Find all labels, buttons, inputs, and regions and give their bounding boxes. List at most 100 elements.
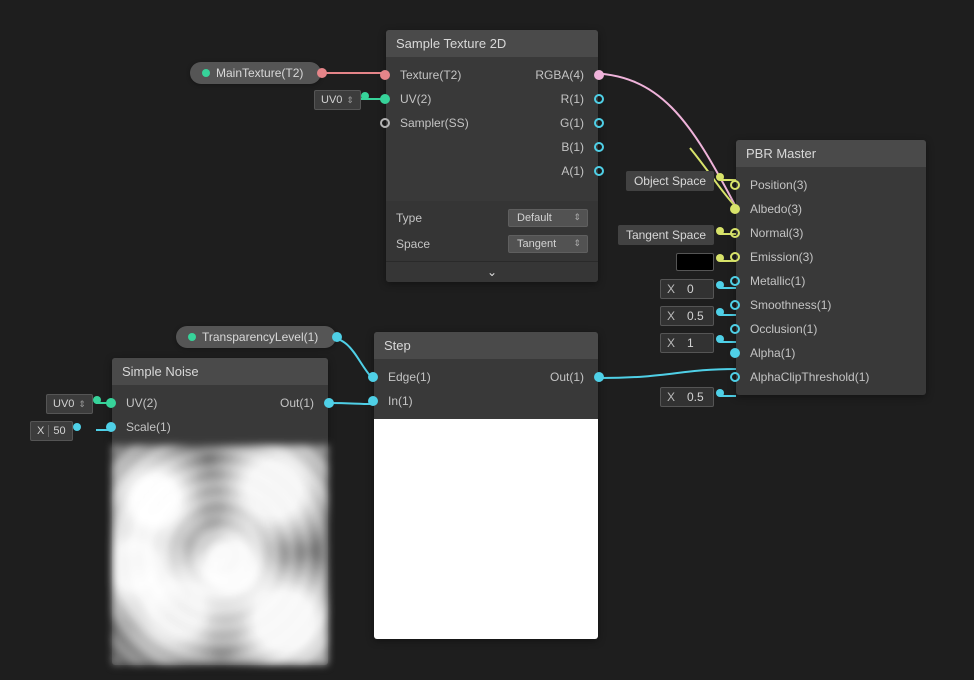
port-in-metallic[interactable]: Metallic(1) [736, 269, 926, 293]
port-dot-icon[interactable] [730, 300, 740, 310]
port-dot-icon[interactable] [730, 348, 740, 358]
port-dot-icon[interactable] [730, 324, 740, 334]
port-in-position[interactable]: Position(3) [736, 173, 926, 197]
port-dot-icon[interactable] [380, 70, 390, 80]
node-simple-noise[interactable]: Simple Noise UV(2) Scale(1) Out(1) [112, 358, 328, 665]
port-dot-icon[interactable] [716, 308, 724, 316]
port-out-out[interactable]: Out(1) [498, 365, 598, 389]
ext-normal-space[interactable]: Tangent Space [618, 225, 714, 245]
port-out-a[interactable]: A(1) [498, 159, 598, 183]
node-title[interactable]: Sample Texture 2D [386, 30, 598, 57]
property-pill-transparency-level[interactable]: TransparencyLevel(1) [176, 326, 336, 348]
port-dot-icon[interactable] [730, 252, 740, 262]
prop-type: Type Default [386, 205, 598, 231]
pill-label: TransparencyLevel(1) [202, 330, 318, 344]
port-label: Metallic(1) [750, 274, 805, 288]
port-in-alphaclip[interactable]: AlphaClipThreshold(1) [736, 365, 926, 389]
ext-prefix: X [667, 282, 675, 296]
port-dot-icon[interactable] [716, 173, 724, 181]
port-dot-icon[interactable] [716, 389, 724, 397]
port-out-b[interactable]: B(1) [498, 135, 598, 159]
ext-metallic-field[interactable]: X 0 [660, 279, 714, 299]
port-in-normal[interactable]: Normal(3) [736, 221, 926, 245]
port-in-in[interactable]: In(1) [374, 389, 598, 413]
port-dot-icon[interactable] [106, 398, 116, 408]
port-in-smoothness[interactable]: Smoothness(1) [736, 293, 926, 317]
port-dot-icon[interactable] [730, 228, 740, 238]
port-dot-icon[interactable] [716, 281, 724, 289]
port-dot-icon[interactable] [730, 372, 740, 382]
port-label: AlphaClipThreshold(1) [750, 370, 869, 384]
property-pill-main-texture[interactable]: MainTexture(T2) [190, 62, 321, 84]
port-label: Texture(T2) [400, 68, 461, 82]
port-out-r[interactable]: R(1) [498, 87, 598, 111]
port-dot-icon[interactable] [368, 372, 378, 382]
port-in-occlusion[interactable]: Occlusion(1) [736, 317, 926, 341]
space-dropdown[interactable]: Tangent [508, 235, 588, 253]
port-dot-icon[interactable] [594, 142, 604, 152]
port-dot-icon[interactable] [380, 94, 390, 104]
port-label: G(1) [560, 116, 584, 130]
port-in-scale[interactable]: Scale(1) [112, 415, 328, 439]
port-dot-icon[interactable] [106, 422, 116, 432]
node-title[interactable]: Step [374, 332, 598, 359]
chevron-down-icon: ⌄ [487, 265, 497, 279]
port-dot-icon[interactable] [73, 423, 81, 431]
port-out-out[interactable]: Out(1) [228, 391, 328, 415]
port-in-albedo[interactable]: Albedo(3) [736, 197, 926, 221]
ext-alphaclip-field[interactable]: X 0.5 [660, 387, 714, 407]
node-title[interactable]: PBR Master [736, 140, 926, 167]
node-title[interactable]: Simple Noise [112, 358, 328, 385]
port-dot-icon[interactable] [594, 94, 604, 104]
node-step[interactable]: Step Edge(1) In(1) Out(1) [374, 332, 598, 639]
port-label: Scale(1) [126, 420, 171, 434]
ext-occlusion-field[interactable]: X 1 [660, 333, 714, 353]
port-dot-icon[interactable] [324, 398, 334, 408]
ext-prefix: X [667, 309, 675, 323]
updown-icon: ⇕ [78, 400, 86, 408]
ext-value[interactable]: 1 [687, 336, 707, 350]
ext-emission-color[interactable] [676, 253, 714, 271]
node-expand-toggle[interactable]: ⌄ [386, 261, 598, 282]
ext-value[interactable]: 50 [53, 425, 65, 437]
port-dot-icon[interactable] [368, 396, 378, 406]
port-dot-icon[interactable] [594, 118, 604, 128]
port-dot-icon[interactable] [594, 70, 604, 80]
ext-value[interactable]: 0.5 [687, 309, 707, 323]
ext-smoothness-field[interactable]: X 0.5 [660, 306, 714, 326]
port-dot-icon[interactable] [716, 335, 724, 343]
port-label: Out(1) [550, 370, 584, 384]
port-dot-icon[interactable] [361, 92, 369, 100]
port-label: Normal(3) [750, 226, 803, 240]
node-pbr-master[interactable]: PBR Master Position(3) Albedo(3) Normal(… [736, 140, 926, 395]
port-in-alpha[interactable]: Alpha(1) [736, 341, 926, 365]
prop-label: Space [396, 237, 430, 251]
port-dot-icon[interactable] [380, 118, 390, 128]
port-dot-icon[interactable] [716, 254, 724, 262]
ext-value[interactable]: 0.5 [687, 390, 707, 404]
port-label: Emission(3) [750, 250, 813, 264]
port-label: Occlusion(1) [750, 322, 817, 336]
ext-value[interactable]: 0 [687, 282, 707, 296]
port-dot-icon[interactable] [332, 332, 342, 342]
port-label: Alpha(1) [750, 346, 795, 360]
port-dot-icon[interactable] [716, 227, 724, 235]
port-dot-icon[interactable] [317, 68, 327, 78]
ext-input-scale-noise[interactable]: X 50 [30, 421, 85, 441]
ext-input-uv0-top[interactable]: UV0 ⇕ [314, 90, 373, 110]
ext-prefix: X [37, 425, 44, 437]
ext-input-uv0-noise[interactable]: UV0 ⇕ [46, 394, 105, 414]
port-dot-icon[interactable] [730, 276, 740, 286]
port-out-rgba[interactable]: RGBA(4) [498, 63, 598, 87]
port-dot-icon[interactable] [93, 396, 101, 404]
port-dot-icon[interactable] [730, 204, 740, 214]
node-sample-texture-2d[interactable]: Sample Texture 2D Texture(T2) UV(2) Samp… [386, 30, 598, 282]
port-dot-icon[interactable] [730, 180, 740, 190]
prop-space: Space Tangent [386, 231, 598, 257]
port-dot-icon[interactable] [594, 166, 604, 176]
port-in-emission[interactable]: Emission(3) [736, 245, 926, 269]
type-dropdown[interactable]: Default [508, 209, 588, 227]
ext-position-space[interactable]: Object Space [626, 171, 714, 191]
port-out-g[interactable]: G(1) [498, 111, 598, 135]
port-dot-icon[interactable] [594, 372, 604, 382]
